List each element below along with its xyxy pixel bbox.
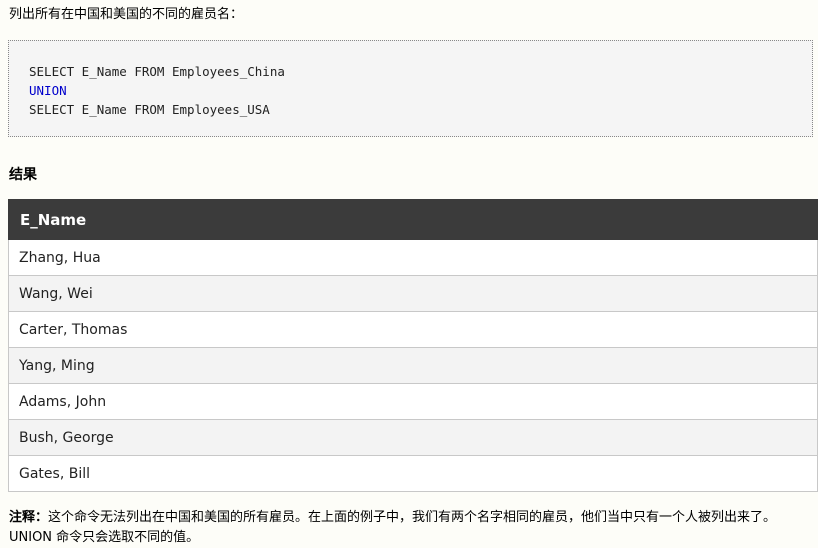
note-text: 这个命令无法列出在中国和美国的所有雇员。在上面的例子中，我们有两个名字相同的雇员… [9, 510, 777, 545]
note-paragraph: 注释：这个命令无法列出在中国和美国的所有雇员。在上面的例子中，我们有两个名字相同… [9, 508, 814, 548]
result-heading: 结果 [9, 167, 37, 183]
result-table: E_Name Zhang, Hua Wang, Wei Carter, Thom… [8, 199, 818, 492]
code-block: SELECT E_Name FROM Employees_China UNION… [8, 40, 813, 137]
table-row: Zhang, Hua [8, 239, 818, 276]
table-row: Adams, John [8, 383, 818, 420]
table-cell: Adams, John [8, 383, 818, 420]
intro-text: 列出所有在中国和美国的不同的雇员名： [9, 7, 244, 22]
table-cell: Bush, George [8, 419, 818, 456]
table-row: Gates, Bill [8, 455, 818, 492]
table-cell: Yang, Ming [8, 347, 818, 384]
table-cell: Gates, Bill [8, 455, 818, 492]
table-header-row: E_Name [8, 199, 818, 240]
table-row: Carter, Thomas [8, 311, 818, 348]
note-label: 注释： [9, 510, 49, 525]
table-cell: Zhang, Hua [8, 239, 818, 276]
table-cell: Wang, Wei [8, 275, 818, 312]
code-line-1: SELECT E_Name FROM Employees_China [29, 64, 285, 79]
table-row: Bush, George [8, 419, 818, 456]
table-cell: Carter, Thomas [8, 311, 818, 348]
table-row: Wang, Wei [8, 275, 818, 312]
table-row: Yang, Ming [8, 347, 818, 384]
sql-code: SELECT E_Name FROM Employees_China UNION… [29, 62, 285, 119]
column-header-e-name: E_Name [8, 199, 818, 240]
code-line-3: SELECT E_Name FROM Employees_USA [29, 102, 270, 117]
code-line-2-keyword: UNION [29, 83, 67, 98]
